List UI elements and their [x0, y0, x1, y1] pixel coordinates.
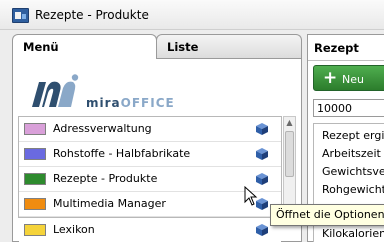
- list-item-rezepte-produkte[interactable]: Rezepte - Produkte: [19, 167, 281, 192]
- tab-liste[interactable]: Liste: [156, 34, 302, 58]
- color-swatch: [24, 198, 46, 210]
- color-swatch: [24, 173, 46, 185]
- blue-cube-icon[interactable]: [255, 223, 269, 237]
- property-label: Rohgewicht: [322, 183, 384, 196]
- recipe-number-input[interactable]: 10000: [313, 99, 384, 117]
- tab-divider: [157, 58, 302, 59]
- list-item-label: Adressverwaltung: [53, 122, 152, 135]
- list-item-label: Rezepte - Produkte: [53, 172, 158, 185]
- scroll-up-arrow-icon[interactable]: ▲: [284, 117, 295, 129]
- window-title: Rezepte - Produkte: [35, 8, 149, 22]
- color-swatch: [24, 148, 46, 160]
- plus-icon: +: [323, 68, 338, 88]
- color-swatch: [24, 123, 46, 135]
- list-item-label: Rohstoffe - Halbfabrikate: [53, 147, 191, 160]
- blue-cube-icon[interactable]: [255, 172, 269, 186]
- scrollbar-thumb[interactable]: [285, 131, 294, 177]
- new-button[interactable]: + Neu: [313, 65, 384, 91]
- new-button-label: Neu: [342, 73, 364, 86]
- list-item-adressverwaltung[interactable]: Adressverwaltung: [19, 117, 281, 142]
- title-bar: Rezepte - Produkte: [0, 0, 384, 30]
- tooltip: Öffnet die Optionen,: [270, 204, 384, 226]
- tab-menu[interactable]: Menü: [12, 34, 157, 59]
- blue-cube-icon[interactable]: [255, 122, 269, 136]
- list-item-label: Multimedia Manager: [53, 197, 166, 210]
- list-item-lexikon[interactable]: Lexikon: [19, 218, 281, 242]
- property-label: Arbeitszeit: [322, 147, 381, 160]
- module-list: Adressverwaltung Rohstoffe - Halbfabrika…: [18, 116, 282, 218]
- list-item-label: Lexikon: [53, 223, 95, 236]
- list-item-rohstoffe[interactable]: Rohstoffe - Halbfabrikate: [19, 142, 281, 167]
- app-window: Rezepte - Produkte Menü Liste miraOFFICE…: [0, 0, 384, 242]
- tab-liste-label: Liste: [167, 40, 199, 54]
- panel-title: Rezept: [314, 41, 359, 55]
- miraoffice-logo: miraOFFICE: [26, 74, 186, 110]
- mouse-cursor-icon: [244, 186, 258, 206]
- tab-menu-label: Menü: [23, 40, 59, 54]
- property-label: Kilokalorien (: [322, 227, 384, 240]
- property-label: Rezept ergibt: [322, 129, 384, 142]
- app-window-icon: [12, 8, 29, 23]
- logo-wordmark: miraOFFICE: [86, 96, 175, 110]
- blue-cube-icon[interactable]: [255, 147, 269, 161]
- left-panel: Menü Liste miraOFFICE Adressverwaltung R…: [12, 34, 302, 242]
- divider: [308, 60, 384, 61]
- list-item-multimedia-manager[interactable]: Multimedia Manager: [19, 192, 281, 217]
- property-label: Gewichtsver: [322, 165, 384, 178]
- color-swatch: [24, 224, 46, 236]
- mi-logo-icon: [32, 74, 79, 107]
- list-scrollbar[interactable]: ▲: [283, 116, 296, 218]
